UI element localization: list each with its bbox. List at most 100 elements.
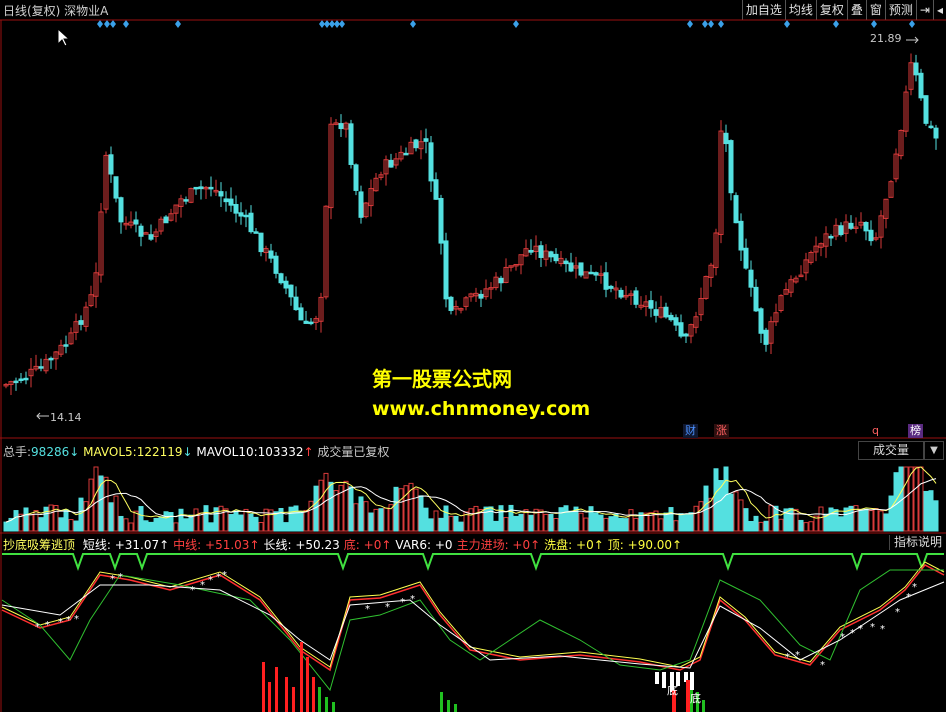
volume-bar (63, 509, 69, 532)
volume-bar (233, 510, 239, 532)
candle-body (538, 245, 544, 258)
indicator-item: VAR6: +0 (395, 538, 453, 552)
candle-body (563, 260, 569, 265)
volume-bar (143, 520, 149, 532)
candle-body (633, 290, 639, 305)
candle-body (223, 198, 229, 203)
volume-bar (218, 505, 224, 532)
candle-body (13, 380, 19, 384)
candle-body (918, 72, 924, 99)
volume-bar (403, 485, 409, 532)
volume-bar (758, 521, 764, 532)
candle-body (648, 300, 654, 309)
volume-bar (373, 508, 379, 532)
volume-bar (158, 516, 164, 532)
volume-bar (393, 486, 399, 532)
finance-badge[interactable]: 财 (683, 424, 698, 438)
mavol10-value: 103332 (257, 445, 304, 459)
volume-bar (13, 510, 19, 532)
candle-body (388, 159, 394, 168)
star-marker-icon: * (222, 570, 227, 581)
volume-bar (683, 513, 689, 532)
volume-bar (903, 466, 909, 532)
volume-bar (828, 507, 834, 532)
star-marker-icon: * (895, 607, 900, 618)
limit-up-badge[interactable]: 涨 (714, 424, 729, 438)
volume-bar (113, 495, 119, 532)
top-signal-line (2, 553, 944, 571)
volume-bar (458, 521, 464, 532)
volume-bar (438, 517, 444, 532)
candle-body (738, 220, 744, 251)
candle-body (678, 322, 684, 337)
high-price-label: 21.89 (870, 32, 902, 45)
star-marker-icon: * (385, 602, 390, 613)
volume-bar (383, 507, 389, 532)
volume-bar (118, 515, 124, 532)
signal-diamond-icon (687, 20, 693, 28)
candle-body (258, 232, 264, 253)
volume-bar (663, 512, 669, 532)
volume-bar (108, 502, 114, 532)
volume-bar (838, 516, 844, 532)
candle-body (618, 289, 624, 298)
ranking-badge[interactable]: 榜 (908, 424, 923, 438)
star-marker-icon: * (785, 652, 790, 663)
volume-bar (298, 510, 304, 532)
candle-body (923, 95, 929, 124)
volume-bar (333, 490, 339, 532)
q-badge[interactable]: q (870, 424, 881, 438)
volume-bar (23, 507, 29, 532)
signal-diamond-icon (175, 20, 181, 28)
volume-bar (163, 511, 169, 532)
volume-bar (448, 515, 454, 532)
volume-bar (528, 514, 534, 532)
volume-bar (883, 513, 889, 532)
candle-body (23, 377, 29, 381)
candle-body (148, 234, 154, 240)
volume-bar (678, 513, 684, 532)
indicator-help-button[interactable]: 指标说明 (888, 535, 946, 550)
candle-body (278, 273, 284, 284)
chevron-down-icon[interactable]: ▼ (924, 441, 944, 460)
candle-body (603, 272, 609, 290)
volume-indicator-select[interactable]: 成交量 (858, 441, 924, 460)
accumulation-bar (292, 687, 295, 712)
long-green-line (1, 569, 944, 692)
volume-bar (418, 495, 424, 532)
volume-bar (633, 517, 639, 532)
volume-bar (913, 466, 919, 532)
star-marker-icon: * (208, 575, 213, 586)
volume-bar (568, 510, 574, 532)
volume-bar (493, 520, 499, 532)
candle-body (578, 262, 584, 276)
accumulation-bar (268, 682, 271, 712)
volume-adjust-note: 成交量已复权 (317, 445, 390, 459)
candle-body (218, 191, 224, 197)
candle-body (423, 138, 429, 142)
candle-body (138, 225, 144, 237)
volume-bar (563, 505, 569, 532)
volume-bar (693, 505, 699, 532)
volume-bar (613, 513, 619, 532)
candle-body (428, 142, 434, 182)
volume-bar (468, 508, 474, 532)
volume-bar (123, 518, 129, 532)
candle-body (478, 293, 484, 299)
candle-body (238, 212, 244, 217)
candle-body (338, 123, 344, 130)
candle-body (298, 307, 304, 321)
signal-diamond-icon (104, 20, 110, 28)
candle-body (653, 309, 659, 316)
chart-canvas[interactable]: * * * * ** ** * * * ** * * ** *** * * * **** (0, 0, 946, 712)
star-marker-icon: * (216, 572, 221, 583)
bottom-marker-bar (655, 672, 659, 684)
star-marker-icon: * (840, 632, 845, 643)
volume-bar (833, 509, 839, 532)
star-marker-icon: * (912, 582, 917, 593)
volume-bar (498, 505, 504, 532)
mavol5-label: MAVOL5: (83, 445, 137, 459)
volume-bar (788, 507, 794, 532)
candle-body (683, 333, 689, 337)
indicator-item: 洗盘: +0↑ (544, 538, 604, 552)
